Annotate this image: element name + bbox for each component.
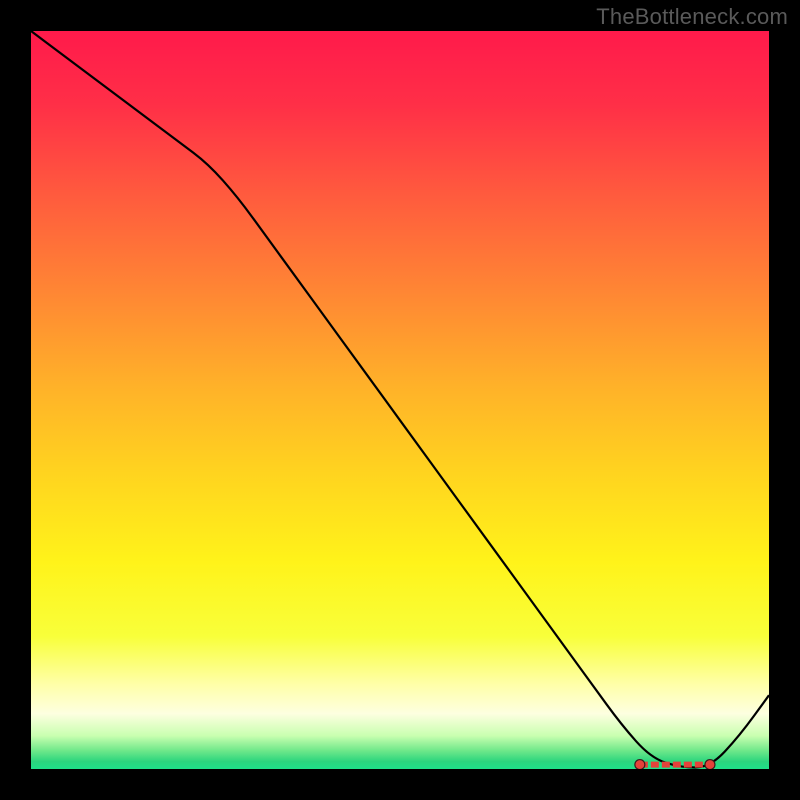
optimal-marker-1 [705,760,715,769]
watermark-text: TheBottleneck.com [596,4,788,30]
chart-svg [31,31,769,769]
gradient-background [31,31,769,769]
optimal-marker-0 [635,760,645,769]
plot-area [31,31,769,769]
chart-frame: TheBottleneck.com [0,0,800,800]
